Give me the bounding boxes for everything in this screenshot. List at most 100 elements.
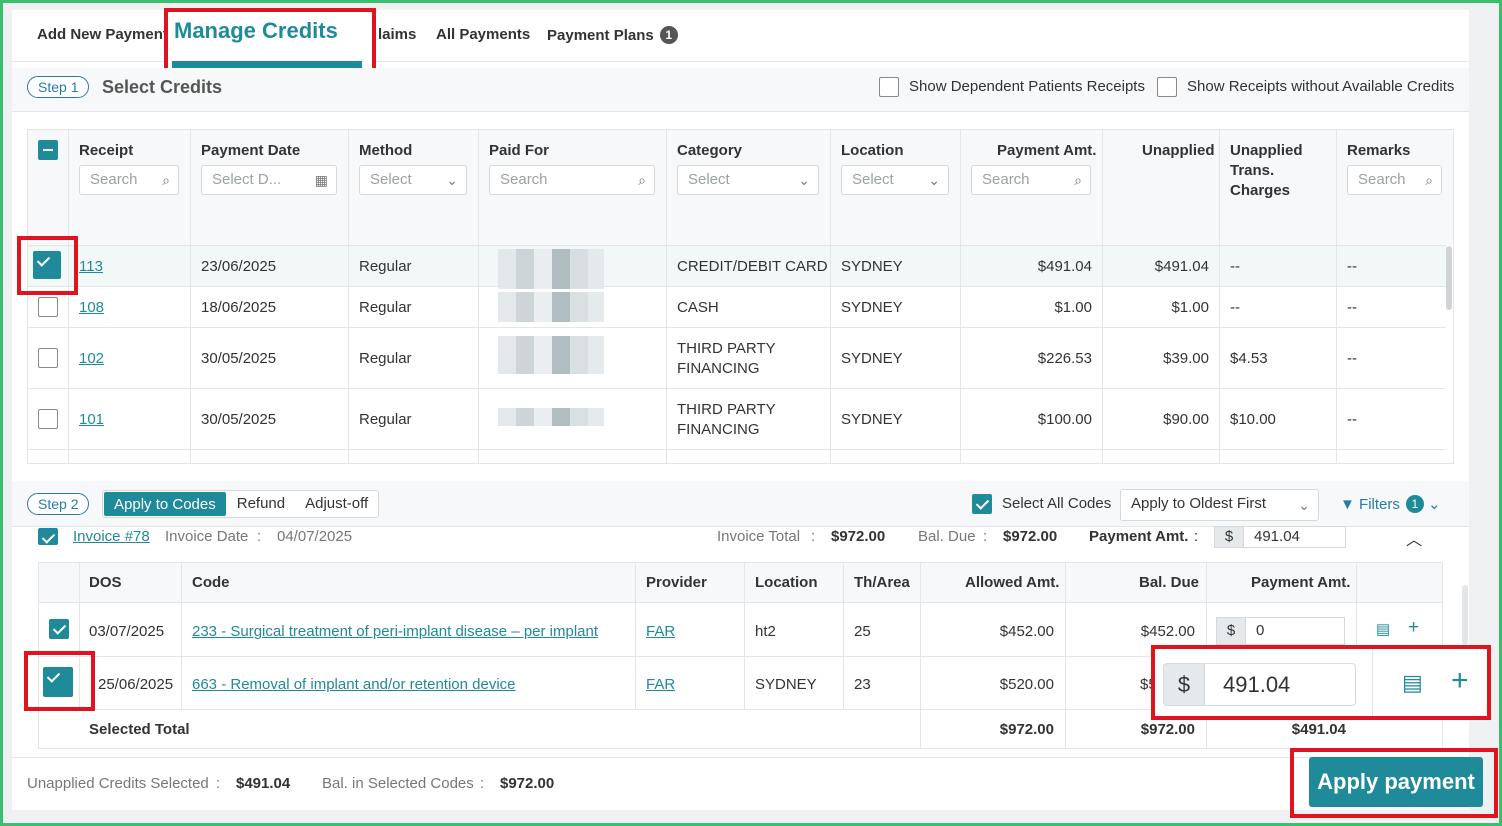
payment-amt-search-placeholder: Search — [982, 171, 1030, 188]
payment-amt-search-input[interactable]: Search ⌕ — [971, 165, 1091, 195]
code-allowed: $520.00 — [999, 676, 1054, 693]
collapse-icon[interactable]: ︿ — [1406, 526, 1422, 550]
credit-trans-charges: -- — [1230, 258, 1240, 275]
tab-payment-plans-label: Payment Plans — [547, 27, 654, 44]
code-dos: 03/07/2025 — [89, 623, 165, 640]
bal-selected-codes-label: Bal. in Selected Codes — [322, 775, 474, 792]
step1-title: Select Credits — [102, 77, 223, 97]
divider — [12, 757, 1469, 758]
credit-row-checkbox[interactable] — [38, 409, 58, 429]
invoice-date-sep: : — [257, 528, 262, 545]
calendar-icon: ▦ — [314, 172, 328, 188]
invoice-checkbox[interactable] — [38, 528, 58, 545]
credit-row-checkbox[interactable] — [38, 348, 58, 368]
divider — [68, 130, 69, 463]
receipt-search-input[interactable]: Search ⌕ — [79, 165, 179, 195]
code-link[interactable]: 663 - Removal of implant and/or retentio… — [192, 676, 516, 693]
credit-receipt-link[interactable]: 108 — [79, 299, 104, 316]
code-bal-due: $452.00 — [1140, 623, 1195, 640]
col-payment-date: Payment Date — [201, 142, 301, 159]
filters-label: Filters — [1359, 496, 1400, 513]
apply-to-codes-tab[interactable]: Apply to Codes — [104, 492, 226, 516]
credit-location: SYDNEY — [841, 299, 903, 316]
credit-date: 23/06/2025 — [201, 258, 277, 275]
invoice-payment-input[interactable]: 491.04 — [1243, 526, 1346, 548]
code-allowed: $452.00 — [999, 623, 1054, 640]
divider — [666, 130, 667, 463]
tab-add-new-payment[interactable]: Add New Payment — [37, 26, 168, 43]
divider — [920, 563, 921, 748]
divider — [28, 245, 1446, 246]
invoice-pay-sep: : — [1194, 528, 1199, 545]
code-th-area: 23 — [854, 676, 871, 693]
credit-receipt-link[interactable]: 113 — [79, 258, 103, 275]
refund-tab[interactable]: Refund — [227, 491, 295, 517]
code-location: SYDNEY — [755, 676, 817, 693]
payment-date-input[interactable]: Select D... ▦ — [201, 165, 337, 195]
document-icon[interactable]: ▤ — [1376, 620, 1390, 638]
select-all-credits-checkbox[interactable] — [38, 140, 58, 160]
code-row-checkbox[interactable] — [49, 619, 69, 639]
code-link[interactable]: 233 - Surgical treatment of peri-implant… — [192, 623, 598, 640]
adjust-off-tab[interactable]: Adjust-off — [295, 491, 378, 517]
location-select-placeholder: Select — [852, 171, 894, 188]
selected-total-payment: $491.04 — [1291, 721, 1346, 738]
credits-scrollbar-thumb[interactable] — [1446, 246, 1452, 310]
code-th-area: 25 — [854, 623, 871, 640]
tab-all-payments[interactable]: All Payments — [436, 26, 530, 43]
apply-order-select[interactable]: Apply to Oldest First ⌄ — [1120, 489, 1319, 521]
payment-plans-badge: 1 — [659, 26, 678, 44]
divider — [190, 130, 191, 463]
paid-for-search-input[interactable]: Search ⌕ — [489, 165, 655, 195]
credit-category: CASH — [677, 299, 719, 316]
search-icon: ⌕ — [638, 172, 646, 188]
credit-location: SYDNEY — [841, 411, 903, 428]
show-dependent-checkbox[interactable] — [879, 77, 899, 97]
credit-row-checkbox[interactable] — [38, 297, 58, 317]
divider — [28, 388, 1446, 389]
invoice-date: 04/07/2025 — [277, 528, 353, 545]
paid-for-search-placeholder: Search — [500, 171, 548, 188]
plus-icon[interactable]: + — [1408, 617, 1419, 639]
codes-table-header — [39, 563, 1442, 602]
tab-claims[interactable]: laims — [378, 26, 416, 43]
divider — [28, 286, 1446, 287]
show-without-credits-checkbox[interactable] — [1157, 77, 1177, 97]
select-all-codes-checkbox[interactable] — [972, 494, 992, 514]
highlight-apply-payment — [1290, 748, 1498, 818]
category-select[interactable]: Select ⌄ — [677, 165, 819, 195]
selected-total-bal: $972.00 — [1140, 721, 1195, 738]
credit-category: THIRD PARTY — [677, 340, 776, 357]
credit-receipt-link[interactable]: 102 — [79, 350, 104, 367]
credit-location: SYDNEY — [841, 350, 903, 367]
invoice-total-label: Invoice Total — [717, 528, 801, 545]
highlight-payment-input — [1151, 645, 1491, 720]
divider — [1065, 563, 1066, 748]
code-payment-input[interactable]: 0 — [1245, 617, 1345, 645]
provider-link[interactable]: FAR — [646, 676, 675, 693]
filters-button[interactable]: ▼ Filters 1 ⌄ — [1340, 495, 1441, 513]
location-select[interactable]: Select ⌄ — [841, 165, 949, 195]
invoice-link[interactable]: Invoice #78 — [73, 528, 150, 545]
remarks-search-input[interactable]: Search ⌕ — [1347, 165, 1442, 195]
divider — [1336, 130, 1337, 463]
provider-link[interactable]: FAR — [646, 623, 675, 640]
invoice-pay-label: Payment Amt. — [1089, 528, 1189, 545]
select-all-codes-label: Select All Codes — [1002, 495, 1112, 512]
credit-remarks: -- — [1347, 258, 1357, 275]
tab-payment-plans[interactable]: Payment Plans 1 — [547, 26, 678, 44]
col-allowed-amt: Allowed Amt. — [965, 574, 1060, 591]
paid-for-redacted — [498, 336, 604, 374]
credit-receipt-link[interactable]: 101 — [79, 411, 104, 428]
unapplied-credits-value: $491.04 — [236, 775, 291, 792]
credit-method: Regular — [359, 258, 412, 275]
step2-pill: Step 2 — [27, 493, 90, 515]
col-dos: DOS — [89, 574, 122, 591]
paid-for-redacted — [498, 249, 604, 289]
credit-unapplied: $1.00 — [1171, 299, 1209, 316]
codes-scrollbar-thumb[interactable] — [1462, 585, 1468, 645]
credit-trans-charges: $4.53 — [1230, 350, 1268, 367]
col-unapplied: Unapplied — [1142, 142, 1215, 159]
method-select[interactable]: Select ⌄ — [359, 165, 467, 195]
col-receipt: Receipt — [79, 142, 134, 159]
